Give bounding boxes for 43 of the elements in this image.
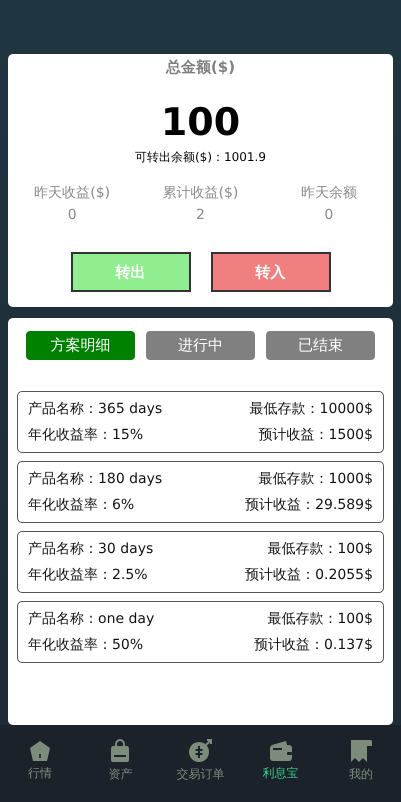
stat-value: 2 bbox=[196, 206, 205, 225]
transfer-in-button[interactable]: 转入 bbox=[210, 252, 330, 292]
product-name: 产品名称：180 days bbox=[28, 470, 162, 488]
expected-income: 预计收益：29.589$ bbox=[245, 496, 373, 514]
tab[interactable]: 进行中 bbox=[146, 331, 255, 360]
bag-icon bbox=[109, 738, 132, 762]
stat-value: 0 bbox=[324, 206, 334, 225]
home-icon bbox=[29, 740, 52, 762]
expected-income: 预计收益：1500$ bbox=[258, 426, 373, 444]
minimum-deposit: 最低存款：1000$ bbox=[258, 470, 373, 488]
stat-label: 昨天收益($) bbox=[34, 184, 110, 203]
wallet-icon bbox=[268, 740, 293, 762]
nav-item[interactable]: 资产 bbox=[85, 738, 156, 782]
expected-income: 预计收益：0.137$ bbox=[254, 636, 373, 654]
expected-income: 预计收益：0.2055$ bbox=[245, 566, 373, 584]
annual-rate: 年化收益率：2.5% bbox=[28, 566, 148, 584]
product-card[interactable]: 产品名称：365 days 最低存款：10000$ 年化收益率：15% 预计收益：1500$ bbox=[17, 391, 384, 453]
annual-rate: 年化收益率：6% bbox=[28, 496, 134, 514]
nav-item[interactable]: 行情 bbox=[5, 740, 76, 782]
annual-rate: 年化收益率：50% bbox=[28, 636, 144, 654]
total-amount: 100 bbox=[160, 99, 240, 145]
transferable-balance: 可转出余额($)：1001.9 bbox=[135, 149, 266, 166]
product-name: 产品名称：30 days bbox=[28, 540, 154, 558]
stat-value: 0 bbox=[68, 206, 77, 225]
stat-label: 昨天余额 bbox=[300, 184, 357, 203]
product-card[interactable]: 产品名称：one day 最低存款：100$ 年化收益率：50% 预计收益：0.137$ bbox=[17, 601, 384, 663]
nav-item[interactable]: 利息宝 bbox=[246, 740, 316, 782]
product-name: 产品名称：365 days bbox=[28, 400, 162, 418]
minimum-deposit: 最低存款：100$ bbox=[267, 540, 373, 558]
receipt-icon bbox=[348, 738, 373, 762]
minimum-deposit: 最低存款：100$ bbox=[267, 610, 373, 628]
tab[interactable]: 已结束 bbox=[266, 331, 375, 360]
tab[interactable]: 方案明细 bbox=[26, 331, 135, 360]
total-label: 总金额($) bbox=[166, 58, 236, 77]
annual-rate: 年化收益率：15% bbox=[28, 426, 144, 444]
minimum-deposit: 最低存款：10000$ bbox=[250, 400, 373, 418]
nav-item[interactable]: 我的 bbox=[326, 738, 396, 782]
product-card[interactable]: 产品名称：180 days 最低存款：1000$ 年化收益率：6% 预计收益：29.589$ bbox=[17, 461, 384, 523]
stat-label: 累计收益($) bbox=[162, 184, 238, 203]
coin-icon bbox=[188, 738, 212, 762]
nav-item[interactable]: 交易订单 bbox=[165, 738, 236, 782]
product-card[interactable]: 产品名称：30 days 最低存款：100$ 年化收益率：2.5% 预计收益：0.2055$ bbox=[17, 531, 384, 593]
product-name: 产品名称：one day bbox=[28, 610, 154, 628]
